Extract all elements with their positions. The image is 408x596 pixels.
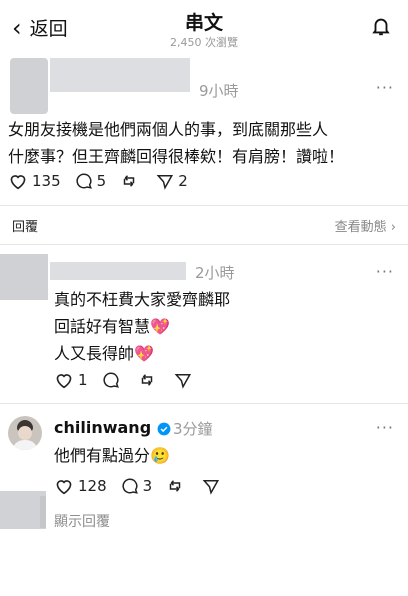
bell-icon[interactable] [370,14,392,38]
post-text-line: 女朋友接機是他們兩個人的事，到底關那些人 [8,120,329,139]
post-text-line: 什麼事？但王齊麟回得很棒欸！有肩膀！讚啦！ [8,147,345,166]
comment-text-line: 人又長得帥💖 [54,344,154,363]
like-button[interactable]: 128 [54,477,107,495]
share-count: 2 [178,172,188,190]
comment-count: 3 [142,477,153,495]
comment-text-line: 他們有點過分🥲 [54,446,170,465]
comment-body: 真的不枉費大家愛齊麟耶 回話好有智慧💖 人又長得帥💖 [54,286,384,367]
avatar[interactable] [10,58,48,114]
comment-actions: 1 [54,371,210,389]
comment-icon [76,173,92,189]
view-count: 2,450 次瀏覽 [170,36,238,49]
like-count: 1 [78,371,88,389]
comment-text-line: 真的不枉費大家愛齊麟耶 [54,290,231,309]
view-activity-link[interactable]: 查看動態 › [335,216,396,235]
more-options-icon[interactable]: ··· [376,262,394,281]
like-count: 135 [32,172,61,190]
comment-button[interactable] [102,371,124,389]
share-button[interactable] [174,371,196,389]
username-redacted[interactable] [50,262,186,280]
heart-icon [56,374,72,389]
comment-time: 3分鐘 [173,420,213,438]
avatar[interactable] [0,254,48,300]
comment-actions: 128 3 [54,477,238,495]
send-icon [156,175,174,190]
heart-icon [56,480,72,495]
like-count: 128 [78,477,107,495]
comment-username[interactable]: chilinwang [54,418,151,437]
repost-button[interactable] [166,477,188,495]
repost-icon [169,480,181,492]
repost-icon [141,374,152,386]
comment-count: 5 [96,172,107,190]
divider [0,403,408,404]
more-options-icon[interactable]: ··· [376,418,394,437]
heart-icon [10,175,26,190]
post-body: 女朋友接機是他們兩個人的事，到底關那些人 什麼事？但王齊麟回得很棒欸！有肩膀！讚… [8,116,404,170]
share-button[interactable]: 2 [156,172,188,190]
top-bar: ‹ 返回 串文 2,450 次瀏覽 [0,0,408,52]
divider [0,205,408,206]
send-icon [202,480,220,495]
comment-time: 2小時 [195,264,235,282]
repost-button[interactable] [120,172,142,190]
comment-icon [102,372,119,388]
show-replies-link[interactable]: 顯示回覆 [54,511,110,531]
post-time: 9小時 [199,82,239,100]
share-button[interactable] [202,477,224,495]
more-options-icon[interactable]: ··· [376,78,394,97]
avatar[interactable] [8,416,42,450]
thread-line [40,496,46,528]
username-redacted[interactable] [50,58,190,92]
post-actions: 135 5 2 [8,172,202,190]
repost-button[interactable] [138,371,160,389]
like-button[interactable]: 1 [54,371,88,389]
page-title: 串文 [184,12,223,34]
verified-badge-icon [157,422,171,436]
comment-body: 他們有點過分🥲 [54,442,384,469]
comment-icon [122,478,138,494]
like-button[interactable]: 135 [8,172,61,190]
comment-text-line: 回話好有智慧💖 [54,317,170,336]
comment-button[interactable]: 3 [121,477,153,495]
repost-icon [123,175,135,187]
send-icon [174,374,191,389]
divider [0,244,408,245]
comment-button[interactable]: 5 [75,172,107,190]
